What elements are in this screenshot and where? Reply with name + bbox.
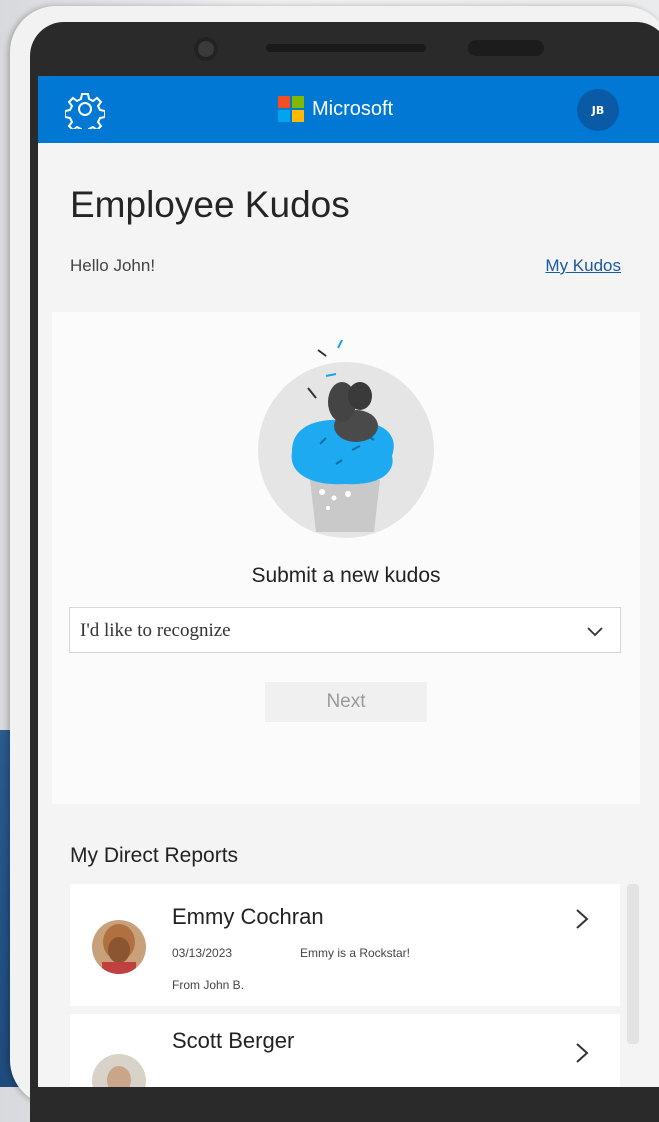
microsoft-brand: Microsoft: [278, 94, 393, 124]
microsoft-logo-icon: [278, 96, 304, 122]
user-avatar[interactable]: JB: [577, 89, 619, 131]
kudos-message: Emmy is a Rockstar!: [300, 946, 411, 960]
report-name: Scott Berger: [172, 1028, 295, 1053]
next-button[interactable]: Next: [265, 682, 427, 722]
recognize-dropdown[interactable]: I'd like to recognize: [69, 607, 621, 653]
report-name: Emmy Cochran: [172, 904, 324, 929]
list-item[interactable]: Scott Berger: [70, 1014, 620, 1087]
avatar: [92, 920, 146, 974]
kudos-date: 03/13/2023: [172, 946, 233, 960]
submit-kudos-card: Submit a new kudos I'd like to recognize…: [52, 312, 640, 804]
my-kudos-link[interactable]: My Kudos: [545, 256, 621, 276]
kudos-from: From John B.: [172, 978, 245, 992]
list-item[interactable]: Emmy Cochran 03/13/2023 Emmy is a Rockst…: [70, 884, 620, 1006]
greeting-text: Hello John!: [70, 256, 156, 275]
camera-icon: [194, 37, 218, 61]
speaker-grille: [266, 44, 426, 52]
app-screen: Microsoft JB Employee Kudos Hello John! …: [38, 76, 659, 1087]
submit-kudos-title: Submit a new kudos: [251, 564, 441, 587]
page-title: Employee Kudos: [70, 184, 350, 225]
chevron-right-icon: [576, 1043, 589, 1063]
avatar: [92, 1054, 146, 1087]
app-header: Microsoft JB: [38, 76, 659, 143]
direct-reports-title: My Direct Reports: [70, 844, 239, 867]
scrollbar[interactable]: [627, 884, 639, 1044]
chevron-down-icon: [587, 627, 603, 637]
dropdown-value: I'd like to recognize: [80, 620, 231, 641]
gear-icon[interactable]: [65, 89, 105, 129]
cupcake-illustration-icon: [258, 340, 434, 538]
brand-name: Microsoft: [312, 97, 394, 120]
direct-reports-list: Emmy Cochran 03/13/2023 Emmy is a Rockst…: [70, 884, 620, 1087]
sensor-bar: [468, 40, 544, 56]
chevron-right-icon: [576, 909, 589, 929]
